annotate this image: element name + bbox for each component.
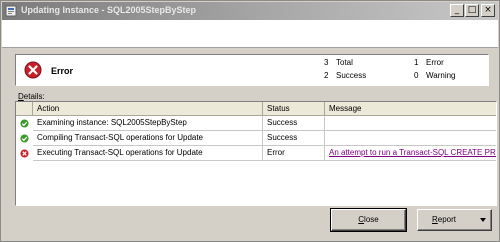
minimize-button[interactable]: _ — [450, 4, 464, 17]
status-cell: Success — [263, 131, 325, 146]
action-cell: Compiling Transact-SQL operations for Up… — [33, 131, 263, 146]
table-row[interactable]: Executing Transact-SQL operations for Up… — [16, 146, 496, 161]
summary-status: Error — [51, 66, 74, 76]
column-header-action[interactable]: Action — [33, 102, 263, 116]
report-label: Report — [432, 215, 457, 224]
column-header-message[interactable]: Message — [325, 102, 496, 116]
table-row[interactable]: Examining instance: SQL2005StepByStep Su… — [16, 116, 496, 131]
error-icon — [20, 149, 29, 158]
total-count: 3 — [324, 58, 329, 67]
warning-count: 0 — [414, 71, 419, 80]
error-label: Error — [426, 58, 444, 67]
summary-panel: Error 3 Total 2 Success 1 Error 0 Warnin… — [15, 54, 489, 86]
app-icon — [5, 5, 17, 17]
success-label: Success — [336, 71, 367, 80]
dropdown-arrow-icon — [480, 218, 486, 222]
status-cell: Success — [263, 116, 325, 131]
action-cell: Executing Transact-SQL operations for Up… — [33, 146, 263, 161]
column-header-icon — [16, 102, 33, 116]
error-large-icon — [24, 61, 42, 79]
error-count: 1 — [414, 58, 419, 67]
table-row[interactable]: Compiling Transact-SQL operations for Up… — [16, 131, 496, 146]
dialog-window: Updating Instance - SQL2005StepByStep _ … — [0, 0, 500, 242]
title-bar[interactable]: Updating Instance - SQL2005StepByStep _ … — [2, 2, 498, 20]
window-title: Updating Instance - SQL2005StepByStep — [21, 5, 197, 15]
column-header-status[interactable]: Status — [263, 102, 325, 116]
status-cell: Error — [263, 146, 325, 161]
details-label: Details: — [18, 92, 45, 101]
action-cell: Examining instance: SQL2005StepByStep — [33, 116, 263, 131]
message-cell — [325, 131, 496, 146]
close-window-button[interactable]: × — [481, 4, 495, 17]
error-message-link[interactable]: An attempt to run a Transact-SQL CREATE … — [329, 148, 496, 157]
details-grid[interactable]: Action Status Message Examining instance… — [15, 101, 497, 206]
success-icon — [20, 134, 29, 143]
maximize-button[interactable]: □ — [465, 4, 479, 17]
header-panel — [2, 20, 498, 48]
total-label: Total — [336, 58, 353, 67]
message-cell — [325, 116, 496, 131]
warning-label: Warning — [426, 71, 456, 80]
report-button[interactable]: Report — [417, 209, 492, 231]
success-count: 2 — [324, 71, 329, 80]
close-button[interactable]: Close — [330, 208, 407, 232]
success-icon — [20, 119, 29, 128]
message-cell: An attempt to run a Transact-SQL CREATE … — [325, 146, 496, 161]
